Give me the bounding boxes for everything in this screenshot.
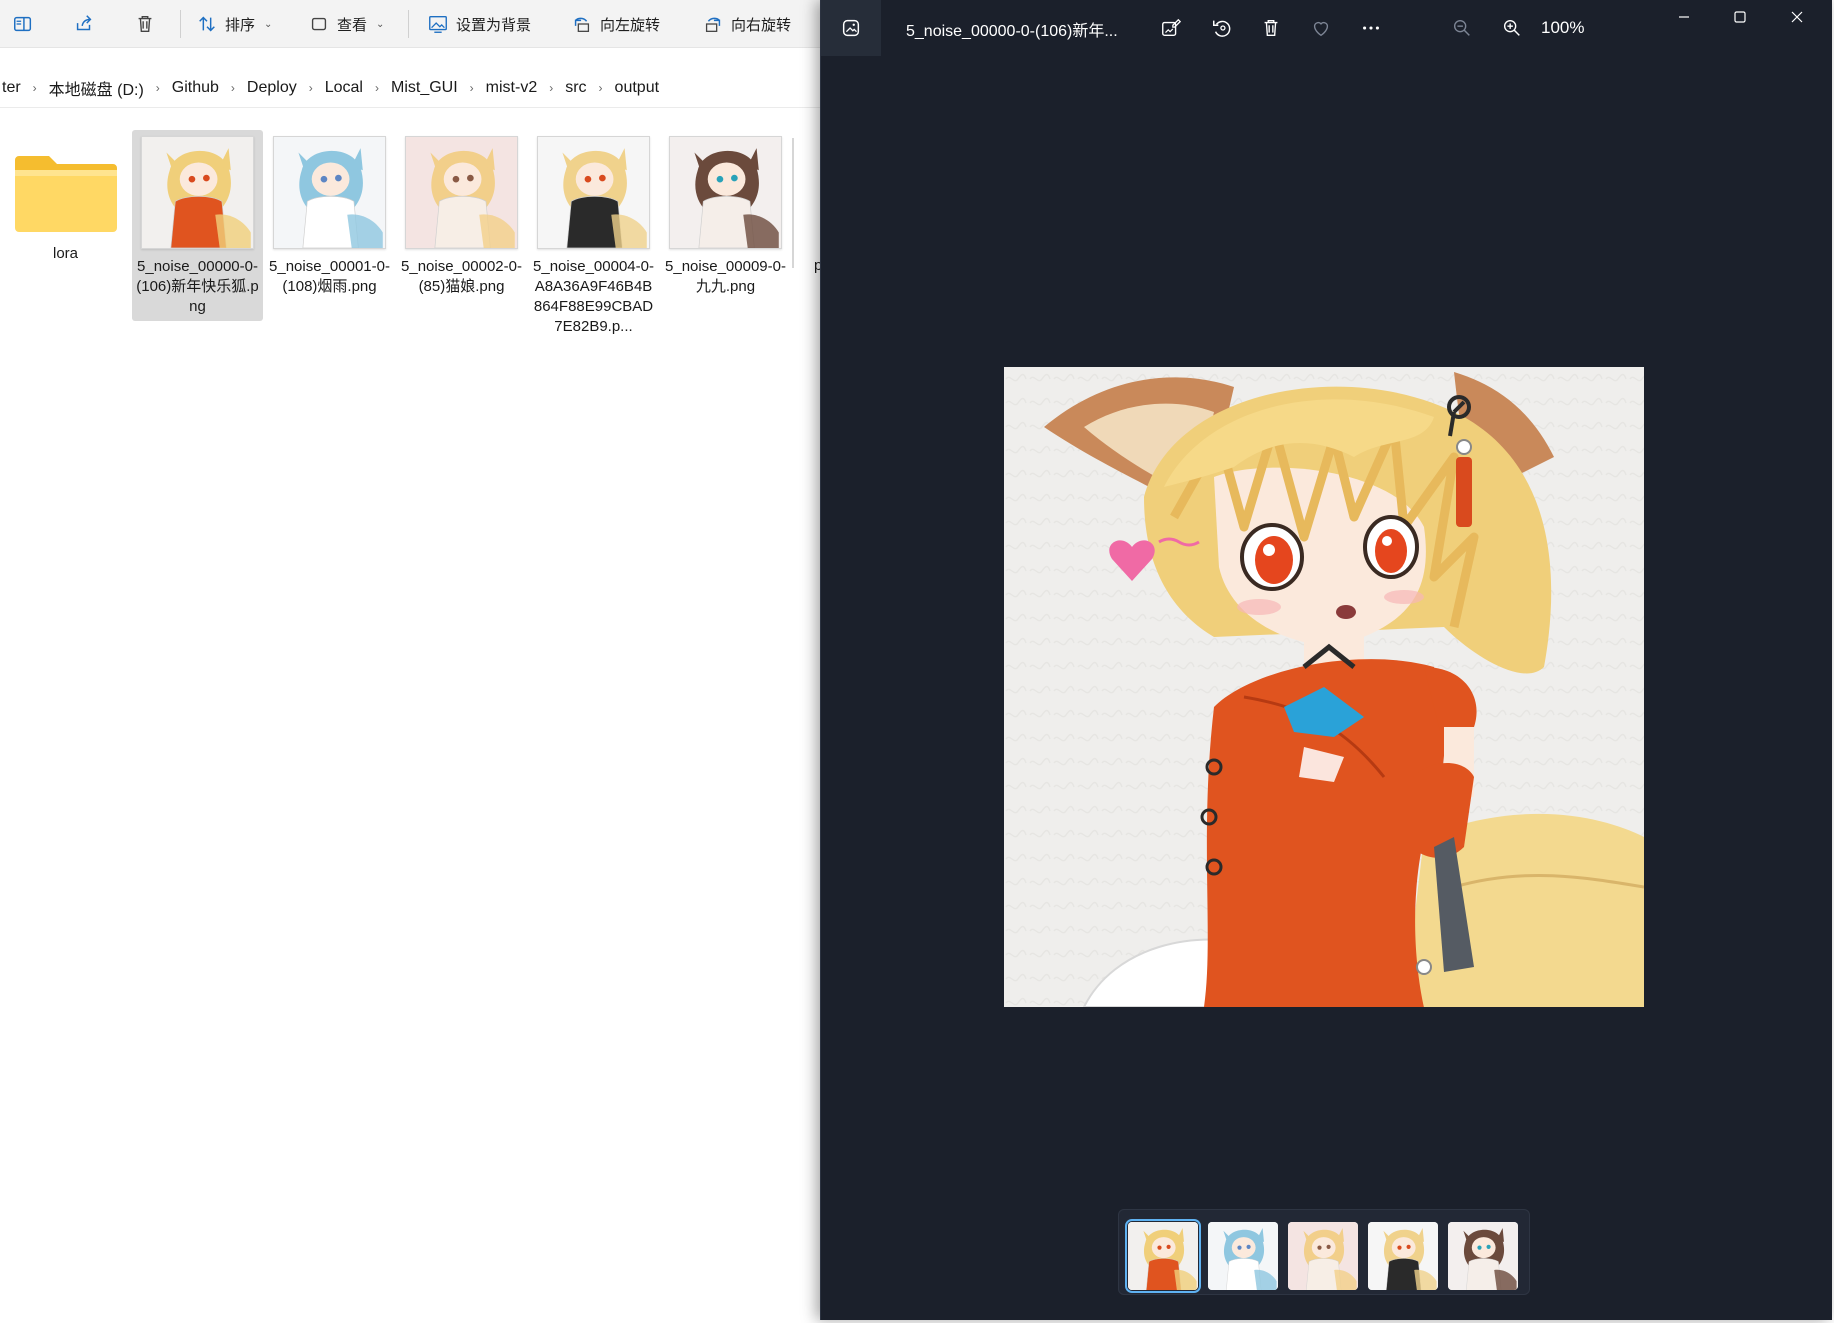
breadcrumb-item[interactable]: mist-v2 [484, 79, 540, 97]
folder-icon [14, 156, 117, 232]
image-thumbnail [669, 136, 782, 249]
breadcrumb: ter › 本地磁盘 (D:) › Github › Deploy › Loca… [0, 68, 824, 108]
breadcrumb-item[interactable]: Deploy [245, 79, 299, 97]
minimize-icon [1679, 16, 1689, 18]
maximize-icon [1734, 11, 1746, 23]
file-name: 5_noise_00000-0-(106)新年快乐狐.png [136, 258, 259, 315]
breadcrumb-item[interactable]: Mist_GUI [389, 79, 460, 97]
file-item[interactable]: 5_noise_00002-0-(85)猫娘.png [396, 130, 527, 301]
favorite-button[interactable] [1308, 15, 1334, 41]
breadcrumb-item[interactable]: Github [170, 79, 221, 97]
photos-viewer-window: 5_noise_00000-0-(106)新年... 100% [820, 0, 1832, 1320]
file-name: 5_noise_00004-0-A8A36A9F46B4B864F88E99CB… [533, 258, 654, 335]
trash-icon [1264, 19, 1278, 37]
file-item[interactable]: 5_noise_00001-0-(108)烟雨.png [264, 130, 395, 301]
share-button[interactable] [73, 9, 95, 39]
file-name: 5_noise_00002-0-(85)猫娘.png [401, 258, 522, 295]
filmstrip-thumbnail[interactable] [1448, 1222, 1518, 1290]
chevron-right-icon[interactable]: › [589, 81, 613, 95]
details-pane-button[interactable] [12, 9, 34, 39]
rotate-icon [1213, 20, 1231, 37]
filmstrip-thumbnail-active[interactable] [1125, 1219, 1201, 1293]
file-explorer-window: 排序 ⌄ 查看 ⌄ 设置为背景 向左旋转 向右旋转 ter › 本地磁盘 (D:… [0, 0, 824, 1323]
details-pane-icon [14, 16, 32, 32]
set-background-label: 设置为背景 [456, 16, 532, 34]
explorer-toolbar: 排序 ⌄ 查看 ⌄ 设置为背景 向左旋转 向右旋转 [0, 0, 824, 48]
rotate-left-button[interactable]: 向左旋转 [571, 9, 660, 39]
rotate-right-icon [705, 17, 721, 32]
gallery-button[interactable] [821, 0, 881, 56]
sort-label: 排序 [225, 16, 256, 34]
delete-button[interactable] [134, 9, 156, 39]
zoom-out-icon [1453, 19, 1470, 36]
more-options-button[interactable] [1358, 15, 1384, 41]
zoom-in-icon [1503, 19, 1520, 36]
view-button[interactable]: 查看 ⌄ [308, 9, 384, 39]
close-icon [1791, 11, 1803, 23]
chevron-right-icon[interactable]: › [460, 81, 484, 95]
toolbar-separator [180, 10, 181, 38]
trash-icon [138, 15, 152, 33]
filmstrip-thumbnail[interactable] [1368, 1222, 1438, 1290]
image-thumbnail [273, 136, 386, 249]
edit-image-button[interactable] [1158, 15, 1184, 41]
file-item[interactable]: 5_noise_00004-0-A8A36A9F46B4B864F88E99CB… [528, 130, 659, 341]
sort-icon [199, 16, 215, 32]
set-as-background-button[interactable]: 设置为背景 [427, 9, 531, 39]
chevron-right-icon[interactable]: › [146, 81, 170, 95]
image-thumbnail [141, 136, 254, 249]
file-name: 5_noise_00009-0-九九.png [665, 258, 786, 295]
file-item-selected[interactable]: 5_noise_00000-0-(106)新年快乐狐.png [132, 130, 263, 321]
chevron-right-icon[interactable]: › [23, 81, 47, 95]
file-name: 5_noise_00001-0-(108)烟雨.png [269, 258, 390, 295]
sort-button[interactable]: 排序 ⌄ [196, 9, 272, 39]
filmstrip [1118, 1209, 1530, 1295]
maximize-button[interactable] [1712, 0, 1768, 34]
share-icon [76, 15, 92, 31]
filmstrip-thumbnail[interactable] [1288, 1222, 1358, 1290]
view-icon [311, 17, 327, 31]
image-title: 5_noise_00000-0-(106)新年... [906, 23, 1118, 40]
rotate-button[interactable] [1209, 15, 1235, 41]
file-name: lora [52, 245, 78, 262]
zoom-in-button[interactable] [1499, 15, 1525, 41]
fox-girl-illustration [1004, 367, 1644, 1007]
main-image[interactable] [1004, 367, 1644, 1007]
breadcrumb-item[interactable]: 本地磁盘 (D:) [47, 76, 146, 100]
partial-file-item[interactable]: p [792, 138, 822, 274]
viewer-titlebar: 5_noise_00000-0-(106)新年... 100% [821, 0, 1833, 56]
rotate-right-button[interactable]: 向右旋转 [702, 9, 791, 39]
chevron-down-icon: ⌄ [376, 18, 385, 30]
file-grid: lora 5_noise_00000-0-(106)新年快乐狐.png 5_no… [0, 128, 824, 368]
set-background-icon [429, 15, 447, 33]
breadcrumb-item[interactable]: src [563, 79, 588, 97]
chevron-down-icon: ⌄ [264, 18, 273, 30]
image-thumbnail [537, 136, 650, 249]
breadcrumb-item[interactable]: Local [323, 79, 365, 97]
breadcrumb-item[interactable]: output [613, 79, 661, 97]
breadcrumb-item[interactable]: ter [0, 79, 23, 97]
rotate-left-icon [574, 17, 590, 32]
rotate-right-label: 向右旋转 [731, 16, 792, 34]
view-label: 查看 [337, 16, 368, 34]
folder-item[interactable]: lora [0, 130, 131, 268]
delete-image-button[interactable] [1258, 15, 1284, 41]
chevron-right-icon[interactable]: › [539, 81, 563, 95]
edit-image-icon [1162, 18, 1182, 37]
heart-icon [1313, 21, 1329, 37]
close-button[interactable] [1769, 0, 1825, 34]
chevron-right-icon[interactable]: › [299, 81, 323, 95]
chevron-right-icon[interactable]: › [365, 81, 389, 95]
more-icon [1363, 26, 1379, 30]
rotate-left-label: 向左旋转 [600, 16, 661, 34]
filmstrip-thumbnail[interactable] [1208, 1222, 1278, 1290]
zoom-level[interactable]: 100% [1541, 18, 1584, 38]
toolbar-separator [408, 10, 409, 38]
image-thumbnail [405, 136, 518, 249]
zoom-out-button[interactable] [1449, 15, 1475, 41]
gallery-icon [842, 19, 860, 37]
file-item[interactable]: 5_noise_00009-0-九九.png [660, 130, 791, 301]
minimize-button[interactable] [1656, 0, 1712, 34]
chevron-right-icon[interactable]: › [221, 81, 245, 95]
